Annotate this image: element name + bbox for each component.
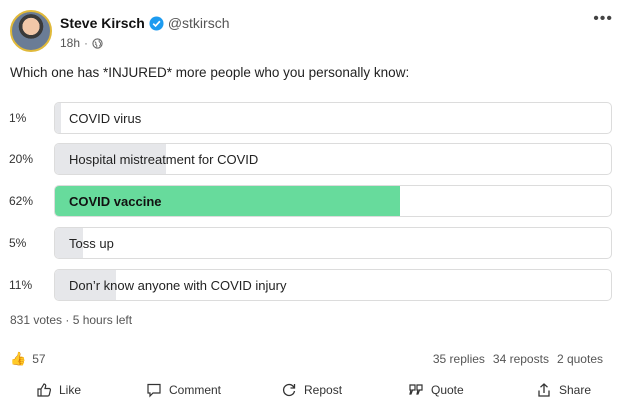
- poll-option[interactable]: 11% Don’r know anyone with COVID injury: [0, 269, 627, 301]
- verified-badge-icon: [149, 15, 164, 31]
- poll-option[interactable]: 1% COVID virus: [0, 102, 627, 134]
- share-label: Share: [559, 383, 592, 397]
- post-meta: 18h ·: [60, 36, 103, 50]
- poll-option-bar: COVID virus: [54, 102, 612, 134]
- author-handle[interactable]: @stkirsch: [168, 15, 230, 31]
- poll-option-percent: 1%: [9, 111, 27, 125]
- replies-count[interactable]: 35 replies: [433, 352, 485, 366]
- comment-label: Comment: [169, 383, 222, 397]
- comment-icon: [147, 383, 161, 398]
- like-button[interactable]: Like: [36, 382, 81, 398]
- repost-icon: [282, 383, 296, 397]
- repost-button[interactable]: Repost: [281, 382, 342, 398]
- poll-option[interactable]: 20% Hospital mistreatment for COVID: [0, 143, 627, 175]
- repost-label: Repost: [304, 383, 343, 397]
- like-count: 57: [32, 352, 46, 366]
- comment-button[interactable]: Comment: [146, 382, 221, 398]
- poll-option-percent: 62%: [9, 194, 34, 208]
- poll-summary: 831 votes · 5 hours left: [10, 313, 133, 327]
- poll-option-percent: 5%: [9, 236, 27, 250]
- more-options-icon[interactable]: •••: [593, 11, 613, 27]
- like-count-row[interactable]: 👍 57: [10, 351, 46, 367]
- poll-option-bar: COVID vaccine: [54, 185, 612, 217]
- meta-separator: ·: [84, 36, 89, 50]
- poll-option-percent: 11%: [9, 278, 33, 292]
- author-row: Steve Kirsch @stkirsch: [60, 15, 230, 31]
- like-label: Like: [59, 383, 82, 397]
- share-button[interactable]: Share: [536, 382, 591, 398]
- share-icon: [538, 383, 550, 397]
- poll-option[interactable]: 5% Toss up: [0, 227, 627, 259]
- like-icon: [37, 383, 52, 397]
- poll-option-label: COVID virus: [69, 111, 142, 126]
- poll-option-label: Toss up: [69, 236, 114, 251]
- poll-option-label: COVID vaccine: [69, 194, 162, 209]
- quote-icon: [409, 384, 423, 395]
- poll-option-percent: 20%: [9, 152, 34, 166]
- poll-option-bar: Don’r know anyone with COVID injury: [54, 269, 612, 301]
- poll-option-label: Hospital mistreatment for COVID: [69, 152, 259, 167]
- author-name[interactable]: Steve Kirsch: [60, 15, 145, 31]
- poll-option-bar: Toss up: [54, 227, 612, 259]
- quotes-count[interactable]: 2 quotes: [557, 352, 603, 366]
- globe-icon: [92, 37, 103, 49]
- action-bar: Like Comment Repost Quote Share: [0, 378, 627, 404]
- poll-option[interactable]: 62% COVID vaccine: [0, 185, 627, 217]
- post-text: Which one has *INJURED* more people who …: [10, 65, 410, 80]
- avatar[interactable]: [10, 10, 52, 52]
- post-time[interactable]: 18h: [60, 36, 80, 50]
- thumbs-up-reaction-icon: 👍: [10, 351, 27, 366]
- reposts-count[interactable]: 34 reposts: [493, 352, 549, 366]
- poll-option-bar: Hospital mistreatment for COVID: [54, 143, 612, 175]
- engagement-counts: 35 replies 34 reposts 2 quotes: [433, 352, 603, 366]
- quote-button[interactable]: Quote: [408, 382, 464, 398]
- quote-label: Quote: [431, 383, 464, 397]
- poll-option-label: Don’r know anyone with COVID injury: [69, 278, 287, 293]
- poll-option-fill: [55, 103, 61, 133]
